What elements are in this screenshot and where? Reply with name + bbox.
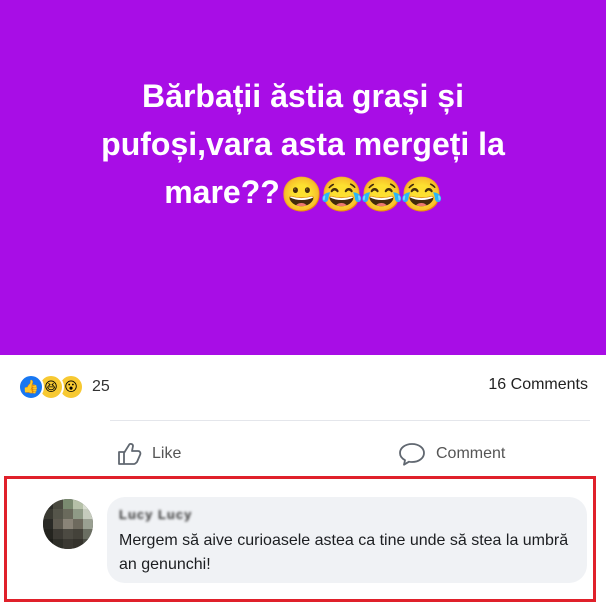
reactions-summary[interactable]: 👍 😆 😮 25 (18, 374, 110, 400)
post-text-line-1: Bărbații ăstia grași și (142, 78, 464, 114)
tears-of-joy-emoji-icon: 😂 (360, 175, 403, 214)
comment-author[interactable]: Lucy Lucy (119, 507, 219, 523)
comment-bubble: Lucy Lucy Mergem să aive curioasele aste… (107, 497, 587, 583)
reaction-count: 25 (92, 378, 110, 395)
tears-of-joy-emoji-icon: 😂 (320, 175, 363, 214)
post-text-line-3-text: mare?? (164, 174, 280, 210)
comment-text: Mergem să aive curioasele astea ca tine … (119, 532, 569, 573)
post-text: Bărbații ăstia grași și pufoși,vara asta… (68, 72, 538, 216)
emoji-row: 😀 😂 😂 😂 (280, 175, 443, 215)
like-reaction-icon: 👍 (18, 374, 44, 400)
post-text-line-3: mare?? 😀 😂 😂 😂 (68, 168, 538, 216)
highlighted-comment: Lucy Lucy Mergem să aive curioasele aste… (4, 476, 596, 602)
grinning-emoji-icon: 😀 (280, 175, 323, 214)
comment-button[interactable]: Comment (398, 434, 505, 474)
comments-count-link[interactable]: 16 Comments (488, 376, 588, 394)
avatar[interactable] (43, 499, 93, 549)
post-stats: 👍 😆 😮 25 16 Comments (0, 370, 606, 404)
speech-bubble-icon (399, 443, 425, 466)
divider (110, 420, 590, 421)
like-button[interactable]: Like (116, 434, 181, 474)
comment-button-label: Comment (436, 445, 506, 462)
tears-of-joy-emoji-icon: 😂 (400, 175, 443, 214)
like-button-label: Like (152, 445, 182, 462)
post-text-line-2: pufoși,vara asta mergeți la (101, 126, 505, 162)
thumbs-up-icon (118, 443, 142, 465)
post-actions: Like Comment (0, 434, 606, 474)
post-background: Bărbații ăstia grași și pufoși,vara asta… (0, 0, 606, 355)
